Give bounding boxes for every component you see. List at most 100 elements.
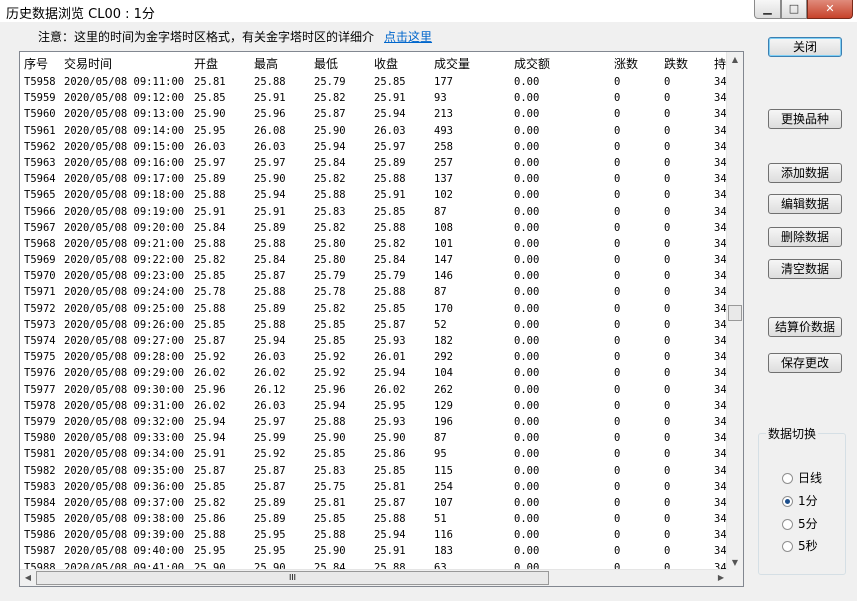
table-row[interactable]: T5962 2020/05/08 09:15:00 26.03 26.03 25.94 2…	[20, 139, 729, 155]
table-cell: 25.84	[374, 254, 406, 267]
table-row[interactable]: T5969 2020/05/08 09:22:00 25.82 25.84 25.80 2…	[20, 252, 729, 268]
table-cell: 25.88	[374, 513, 406, 526]
table-cell: 2020/05/08 09:23:00	[64, 270, 185, 283]
table-cell: T5982	[24, 464, 56, 477]
table-cell: 0	[614, 237, 621, 250]
table-cell: T5984	[24, 496, 56, 509]
table-row[interactable]: T5967 2020/05/08 09:20:00 25.84 25.89 25.82 2…	[20, 220, 729, 236]
table-row[interactable]: T5986 2020/05/08 09:39:00 25.88 25.95 25.88 2…	[20, 527, 729, 543]
header-time[interactable]: 交易时间	[64, 55, 112, 72]
table-row[interactable]: T5985 2020/05/08 09:38:00 25.86 25.89 25.85 2…	[20, 511, 729, 527]
table-row[interactable]: T5983 2020/05/08 09:36:00 25.85 25.87 25.75 2…	[20, 479, 729, 495]
add-data-button[interactable]: 添加数据	[768, 163, 842, 183]
header-down[interactable]: 跌数	[664, 55, 688, 72]
window-close-button[interactable]: ✕	[807, 0, 853, 19]
vertical-scroll-thumb[interactable]	[728, 305, 742, 321]
table-row[interactable]: T5987 2020/05/08 09:40:00 25.95 25.95 25.90 2…	[20, 543, 729, 559]
header-high[interactable]: 最高	[254, 55, 278, 72]
header-volume[interactable]: 成交量	[434, 55, 470, 72]
timezone-notice: 注意：这里的时间为金字塔时区格式，有关金字塔时区的详细介 点击这里	[38, 28, 432, 45]
table-row[interactable]: T5961 2020/05/08 09:14:00 25.95 26.08 25.90 2…	[20, 123, 729, 139]
table-cell: 0	[664, 156, 671, 169]
table-cell: 25.97	[374, 140, 406, 153]
table-cell: 2020/05/08 09:32:00	[64, 415, 185, 428]
table-cell: 0	[664, 189, 671, 202]
table-cell: 51	[434, 513, 447, 526]
table-cell: 254	[434, 480, 453, 493]
window-title: 历史数据浏览 CL00 : 1分	[6, 7, 155, 22]
table-row[interactable]: T5960 2020/05/08 09:13:00 25.90 25.96 25.87 2…	[20, 106, 729, 122]
table-cell: 0	[614, 399, 621, 412]
radio-5min[interactable]: 5分	[782, 515, 818, 532]
change-symbol-button[interactable]: 更换品种	[768, 109, 842, 129]
header-seq[interactable]: 序号	[24, 55, 48, 72]
table-cell: 0	[614, 254, 621, 267]
vertical-scrollbar[interactable]: ▲ ▼	[726, 52, 743, 571]
table-cell: 2020/05/08 09:15:00	[64, 140, 185, 153]
header-open[interactable]: 开盘	[194, 55, 218, 72]
clear-data-button[interactable]: 清空数据	[768, 259, 842, 279]
table-row[interactable]: T5965 2020/05/08 09:18:00 25.88 25.94 25.88 2…	[20, 187, 729, 203]
table-cell: 25.88	[194, 189, 226, 202]
header-up[interactable]: 涨数	[614, 55, 638, 72]
horizontal-scroll-thumb[interactable]: III	[36, 571, 549, 585]
table-cell: 26.12	[254, 383, 286, 396]
radio-daily[interactable]: 日线	[782, 469, 822, 486]
table-row[interactable]: T5984 2020/05/08 09:37:00 25.82 25.89 25.81 2…	[20, 495, 729, 511]
table-cell: 0	[614, 302, 621, 315]
table-cell: 25.96	[194, 383, 226, 396]
table-row[interactable]: T5959 2020/05/08 09:12:00 25.85 25.91 25.82 2…	[20, 90, 729, 106]
radio-selected-icon[interactable]	[782, 496, 793, 507]
table-cell: 493	[434, 124, 453, 137]
maximize-button[interactable]: □	[781, 0, 807, 19]
radio-icon[interactable]	[782, 541, 793, 552]
table-row[interactable]: T5964 2020/05/08 09:17:00 25.89 25.90 25.82 2…	[20, 171, 729, 187]
radio-5sec[interactable]: 5秒	[782, 537, 818, 554]
table-row[interactable]: T5973 2020/05/08 09:26:00 25.85 25.88 25.85 2…	[20, 317, 729, 333]
data-grid[interactable]: 序号 交易时间 开盘 最高 最低 收盘 成交量 成交额 涨数 跌数 持仓 T59…	[19, 51, 744, 587]
table-row[interactable]: T5980 2020/05/08 09:33:00 25.94 25.99 25.90 2…	[20, 430, 729, 446]
radio-1min[interactable]: 1分	[782, 492, 818, 509]
edit-data-button[interactable]: 编辑数据	[768, 194, 842, 214]
table-row[interactable]: T5982 2020/05/08 09:35:00 25.87 25.87 25.83 2…	[20, 463, 729, 479]
delete-data-button[interactable]: 删除数据	[768, 227, 842, 247]
table-cell: 25.81	[374, 480, 406, 493]
table-row[interactable]: T5958 2020/05/08 09:11:00 25.81 25.88 25.79 2…	[20, 74, 729, 90]
save-changes-button[interactable]: 保存更改	[768, 353, 842, 373]
table-row[interactable]: T5976 2020/05/08 09:29:00 26.02 26.02 25.92 2…	[20, 365, 729, 381]
table-row[interactable]: T5963 2020/05/08 09:16:00 25.97 25.97 25.84 2…	[20, 155, 729, 171]
table-cell: 25.90	[314, 545, 346, 558]
header-close[interactable]: 收盘	[374, 55, 398, 72]
table-row[interactable]: T5966 2020/05/08 09:19:00 25.91 25.91 25.83 2…	[20, 204, 729, 220]
horizontal-scrollbar[interactable]: ◀ III ▶	[20, 569, 729, 586]
notice-link[interactable]: 点击这里	[384, 30, 432, 44]
table-row[interactable]: T5975 2020/05/08 09:28:00 25.92 26.03 25.92 2…	[20, 349, 729, 365]
table-cell: 25.89	[254, 513, 286, 526]
header-low[interactable]: 最低	[314, 55, 338, 72]
table-cell: 0.00	[514, 140, 540, 153]
scroll-left-icon[interactable]: ◀	[20, 570, 36, 586]
radio-icon[interactable]	[782, 519, 793, 530]
table-cell: 0.00	[514, 318, 540, 331]
table-row[interactable]: T5978 2020/05/08 09:31:00 26.02 26.03 25.94 2…	[20, 398, 729, 414]
radio-icon[interactable]	[782, 473, 793, 484]
close-button[interactable]: 关闭	[768, 37, 842, 57]
table-cell: 25.95	[194, 124, 226, 137]
table-row[interactable]: T5972 2020/05/08 09:25:00 25.88 25.89 25.82 2…	[20, 301, 729, 317]
table-row[interactable]: T5981 2020/05/08 09:34:00 25.91 25.92 25.85 2…	[20, 446, 729, 462]
table-row[interactable]: T5970 2020/05/08 09:23:00 25.85 25.87 25.79 2…	[20, 268, 729, 284]
scroll-down-icon[interactable]: ▼	[727, 555, 743, 571]
table-cell: 0	[664, 221, 671, 234]
table-cell: T5971	[24, 286, 56, 299]
scroll-up-icon[interactable]: ▲	[727, 52, 743, 68]
table-row[interactable]: T5971 2020/05/08 09:24:00 25.78 25.88 25.78 2…	[20, 284, 729, 300]
table-row[interactable]: T5979 2020/05/08 09:32:00 25.94 25.97 25.88 2…	[20, 414, 729, 430]
table-cell: 0.00	[514, 464, 540, 477]
table-row[interactable]: T5974 2020/05/08 09:27:00 25.87 25.94 25.85 2…	[20, 333, 729, 349]
table-cell: 2020/05/08 09:25:00	[64, 302, 185, 315]
settlement-data-button[interactable]: 结算价数据	[768, 317, 842, 337]
header-amount[interactable]: 成交额	[514, 55, 550, 72]
table-row[interactable]: T5968 2020/05/08 09:21:00 25.88 25.88 25.80 2…	[20, 236, 729, 252]
table-row[interactable]: T5977 2020/05/08 09:30:00 25.96 26.12 25.96 2…	[20, 382, 729, 398]
minimize-button[interactable]: ▁	[754, 0, 781, 19]
